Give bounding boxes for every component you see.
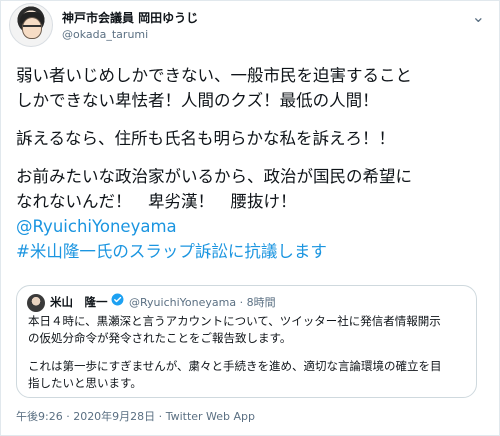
tweet-text-line: 弱い者いじめしかできない、一般市民を迫害すること [16, 66, 412, 85]
avatar-glasses [23, 25, 41, 32]
quoted-tweet-text: 本日４時に、黒瀬深と言うアカウントについて、ツイッター社に発信者情報開示 の仮処… [28, 313, 468, 392]
quoted-text-line: の仮処分命令が発令されたことをご報告致します。 [28, 331, 292, 345]
quoted-author-handle-and-time: @RyuichiYoneyama · 8時間 [129, 294, 276, 310]
quoted-text-line: 本日４時に、黒瀬深と言うアカウントについて、ツイッター社に発信者情報開示 [28, 314, 441, 328]
quoted-author-avatar [27, 294, 45, 312]
tweet-card: 神戸市会議員 岡田ゆうじ @okada_tarumi ⌄ 弱い者いじめしかできな… [0, 0, 500, 436]
mention-link[interactable]: @RyuichiYoneyama [16, 214, 491, 239]
tweet-timestamp[interactable]: 午後9:26 · 2020年9月28日 · [16, 410, 162, 423]
author-handle[interactable]: @okada_tarumi [62, 28, 148, 41]
tweet-text-line: 訴えるなら、住所も氏名も明らかな私を訴えろ！！ [16, 129, 396, 148]
author-avatar[interactable] [9, 3, 53, 47]
tweet-text-line: しかできない卑怯者！人間のクズ！最低の人間！ [16, 91, 379, 110]
quoted-time-ago: · 8時間 [239, 296, 276, 309]
tweet-meta: 午後9:26 · 2020年9月28日 · Twitter Web App [16, 408, 255, 424]
tweet-source[interactable]: Twitter Web App [166, 410, 255, 423]
tweet-text: 弱い者いじめしかできない、一般市民を迫害すること しかできない卑怯者！人間のクズ… [16, 63, 491, 264]
chevron-down-icon[interactable]: ⌄ [472, 7, 485, 26]
author-name[interactable]: 神戸市会議員 岡田ゆうじ [62, 9, 198, 26]
quoted-tweet[interactable]: 米山 隆一 @RyuichiYoneyama · 8時間 本日４時に、黒瀬深と言… [16, 285, 477, 398]
hashtag-link[interactable]: #米山隆一氏のスラップ訴訟に抗議します [16, 239, 491, 264]
quoted-text-line: これは第一歩にすぎませんが、粛々と手続きを進め、適切な言論環境の確立を目 [28, 359, 442, 373]
tweet-text-line: なれないんだ！ 卑劣漢！ 腰抜け！ [16, 192, 297, 211]
quoted-author-name: 米山 隆一 [50, 295, 108, 309]
tweet-text-line: お前みたいな政治家がいるから、政治が国民の希望に [16, 167, 412, 186]
quoted-author-handle: @RyuichiYoneyama [129, 296, 237, 309]
verified-icon [111, 293, 124, 306]
quoted-text-line: 指したいと思います。 [28, 376, 142, 390]
